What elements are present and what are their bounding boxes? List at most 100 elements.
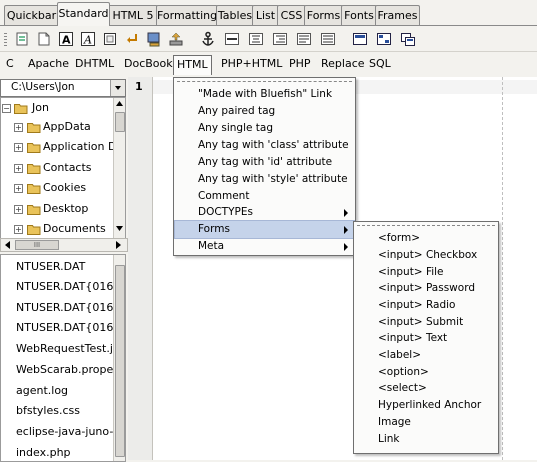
menu-item-tag-id[interactable]: Any tag with 'id' attribute bbox=[175, 154, 354, 171]
tearoff-line[interactable] bbox=[357, 225, 495, 226]
right-margin-guide bbox=[502, 77, 503, 460]
menu-c[interactable]: C bbox=[3, 56, 17, 72]
menu-item-select[interactable]: <select> bbox=[355, 380, 497, 397]
expand-icon[interactable]: + bbox=[14, 164, 23, 173]
expand-icon[interactable]: + bbox=[14, 143, 23, 152]
menu-docbook[interactable]: DocBook bbox=[121, 56, 176, 72]
menu-html[interactable]: HTML bbox=[173, 55, 212, 75]
menu-php[interactable]: PHP bbox=[286, 56, 314, 72]
toolbar-grip[interactable] bbox=[4, 33, 7, 46]
menu-replace[interactable]: Replace bbox=[318, 56, 368, 72]
file-item[interactable]: NTUSER.DAT{016888 bbox=[16, 318, 125, 338]
expand-icon[interactable]: + bbox=[14, 184, 23, 193]
chevron-down-icon[interactable] bbox=[110, 80, 125, 96]
menu-item-image[interactable]: Image bbox=[355, 414, 497, 431]
menu-item-tag-style[interactable]: Any tag with 'style' attribute bbox=[175, 171, 354, 188]
justify-icon[interactable] bbox=[320, 31, 336, 47]
menu-item-forms[interactable]: Forms bbox=[174, 220, 355, 239]
menu-item-input-checkbox[interactable]: <input> Checkbox bbox=[355, 247, 497, 264]
menu-item-label[interactable]: <label> bbox=[355, 347, 497, 364]
menu-item-input-submit[interactable]: <input> Submit bbox=[355, 314, 497, 331]
tab-css[interactable]: CSS bbox=[277, 5, 306, 25]
scroll-up-arrow-icon[interactable] bbox=[115, 100, 124, 107]
upload-icon[interactable] bbox=[168, 31, 184, 47]
collapse-icon[interactable]: − bbox=[2, 104, 11, 113]
table-icon[interactable] bbox=[376, 31, 392, 47]
menu-item-tag-class[interactable]: Any tag with 'class' attribute bbox=[175, 137, 354, 154]
file-list: NTUSER.DAT NTUSER.DAT{016888 NTUSER.DAT{… bbox=[0, 254, 126, 462]
file-item[interactable]: index.php bbox=[16, 443, 71, 461]
scroll-left-arrow-icon[interactable] bbox=[4, 241, 11, 249]
menu-item-input-text[interactable]: <input> Text bbox=[355, 330, 497, 347]
tab-list[interactable]: List bbox=[252, 5, 279, 25]
file-item[interactable]: agent.log bbox=[16, 381, 68, 401]
tree-vertical-scrollbar[interactable] bbox=[113, 98, 125, 238]
html-menu: "Made with Bluefish" Link Any paired tag… bbox=[173, 77, 356, 256]
tab-html5[interactable]: HTML 5 bbox=[108, 5, 158, 25]
menu-item-comment[interactable]: Comment bbox=[175, 188, 354, 205]
scroll-right-arrow-icon[interactable] bbox=[115, 241, 122, 249]
box-icon[interactable] bbox=[102, 31, 118, 47]
menu-item-doctypes[interactable]: DOCTYPEs bbox=[175, 204, 354, 221]
frame-icon[interactable] bbox=[352, 31, 368, 47]
italic-a-icon[interactable]: A bbox=[80, 31, 96, 47]
tree-hscroll-thumb[interactable]: III bbox=[15, 240, 59, 250]
menu-apache[interactable]: Apache bbox=[25, 56, 72, 72]
menu-item-hyperlinked-anchor[interactable]: Hyperlinked Anchor bbox=[355, 397, 497, 414]
path-combobox[interactable]: C:\Users\Jon bbox=[0, 79, 126, 97]
file-item[interactable]: NTUSER.DAT{016888 bbox=[16, 298, 125, 318]
tree-horizontal-scrollbar[interactable]: III bbox=[0, 238, 128, 252]
paragraph-icon[interactable] bbox=[296, 31, 312, 47]
plugin-menubar: C Apache DHTML DocBook HTML PHP+HTML PHP… bbox=[0, 53, 537, 75]
menu-item-meta[interactable]: Meta bbox=[175, 238, 354, 255]
expand-icon[interactable]: + bbox=[14, 225, 23, 234]
tearoff-line[interactable] bbox=[177, 81, 352, 82]
menu-item-input-file[interactable]: <input> File bbox=[355, 264, 497, 281]
center-align-icon[interactable] bbox=[248, 31, 264, 47]
file-item[interactable]: eclipse-java-juno-SF bbox=[16, 422, 125, 442]
file-item[interactable]: WebRequestTest.jav bbox=[16, 339, 125, 359]
tab-fonts[interactable]: Fonts bbox=[341, 5, 377, 25]
anchor-icon[interactable] bbox=[200, 31, 216, 47]
frameset-icon[interactable] bbox=[400, 31, 416, 47]
path-value: C:\Users\Jon bbox=[11, 81, 75, 93]
folder-tree: − Jon + AppData + Application Da + Conta… bbox=[0, 97, 126, 239]
menu-item-paired-tag[interactable]: Any paired tag bbox=[175, 103, 354, 120]
new-document-icon[interactable] bbox=[36, 31, 52, 47]
tab-quickbar[interactable]: Quickbar bbox=[4, 5, 59, 25]
tab-tables[interactable]: Tables bbox=[216, 5, 254, 25]
tab-frames[interactable]: Frames bbox=[375, 5, 420, 25]
break-icon[interactable] bbox=[124, 31, 140, 47]
tree-scroll-thumb[interactable] bbox=[115, 112, 125, 132]
expand-icon[interactable]: + bbox=[14, 205, 23, 214]
file-item[interactable]: bfstyles.css bbox=[16, 401, 80, 421]
rule-icon[interactable] bbox=[224, 31, 240, 47]
menu-item-input-radio[interactable]: <input> Radio bbox=[355, 297, 497, 314]
expand-icon[interactable]: + bbox=[14, 123, 23, 132]
scroll-down-arrow-icon[interactable] bbox=[115, 225, 124, 232]
menu-item-link[interactable]: Link bbox=[355, 431, 497, 448]
bold-a-icon[interactable]: A bbox=[58, 31, 74, 47]
menu-item-input-password[interactable]: <input> Password bbox=[355, 280, 497, 297]
submenu-arrow-icon bbox=[344, 209, 348, 217]
tab-forms[interactable]: Forms bbox=[304, 5, 343, 25]
menu-dhtml[interactable]: DHTML bbox=[72, 56, 117, 72]
file-list-scroll-thumb[interactable] bbox=[115, 265, 125, 457]
insert-image-icon[interactable] bbox=[146, 31, 162, 47]
menu-item-option[interactable]: <option> bbox=[355, 364, 497, 381]
tree-item-label: Documents bbox=[43, 222, 106, 235]
right-align-icon[interactable] bbox=[272, 31, 288, 47]
menu-item-single-tag[interactable]: Any single tag bbox=[175, 120, 354, 137]
tab-formatting[interactable]: Formatting bbox=[156, 5, 218, 25]
file-item[interactable]: NTUSER.DAT{016888 bbox=[16, 277, 125, 297]
file-list-scrollbar[interactable] bbox=[113, 255, 125, 461]
file-item[interactable]: WebScarab.properti bbox=[16, 360, 125, 380]
menu-item-form[interactable]: <form> bbox=[355, 230, 497, 247]
svg-text:A: A bbox=[83, 34, 92, 47]
menu-item-made-with-bluefish[interactable]: "Made with Bluefish" Link bbox=[175, 86, 354, 103]
menu-sql[interactable]: SQL bbox=[366, 56, 394, 72]
quickstart-icon[interactable] bbox=[14, 31, 30, 47]
tab-standard[interactable]: Standard bbox=[57, 2, 110, 26]
menu-php-html[interactable]: PHP+HTML bbox=[218, 56, 285, 72]
file-item[interactable]: NTUSER.DAT bbox=[16, 257, 85, 277]
